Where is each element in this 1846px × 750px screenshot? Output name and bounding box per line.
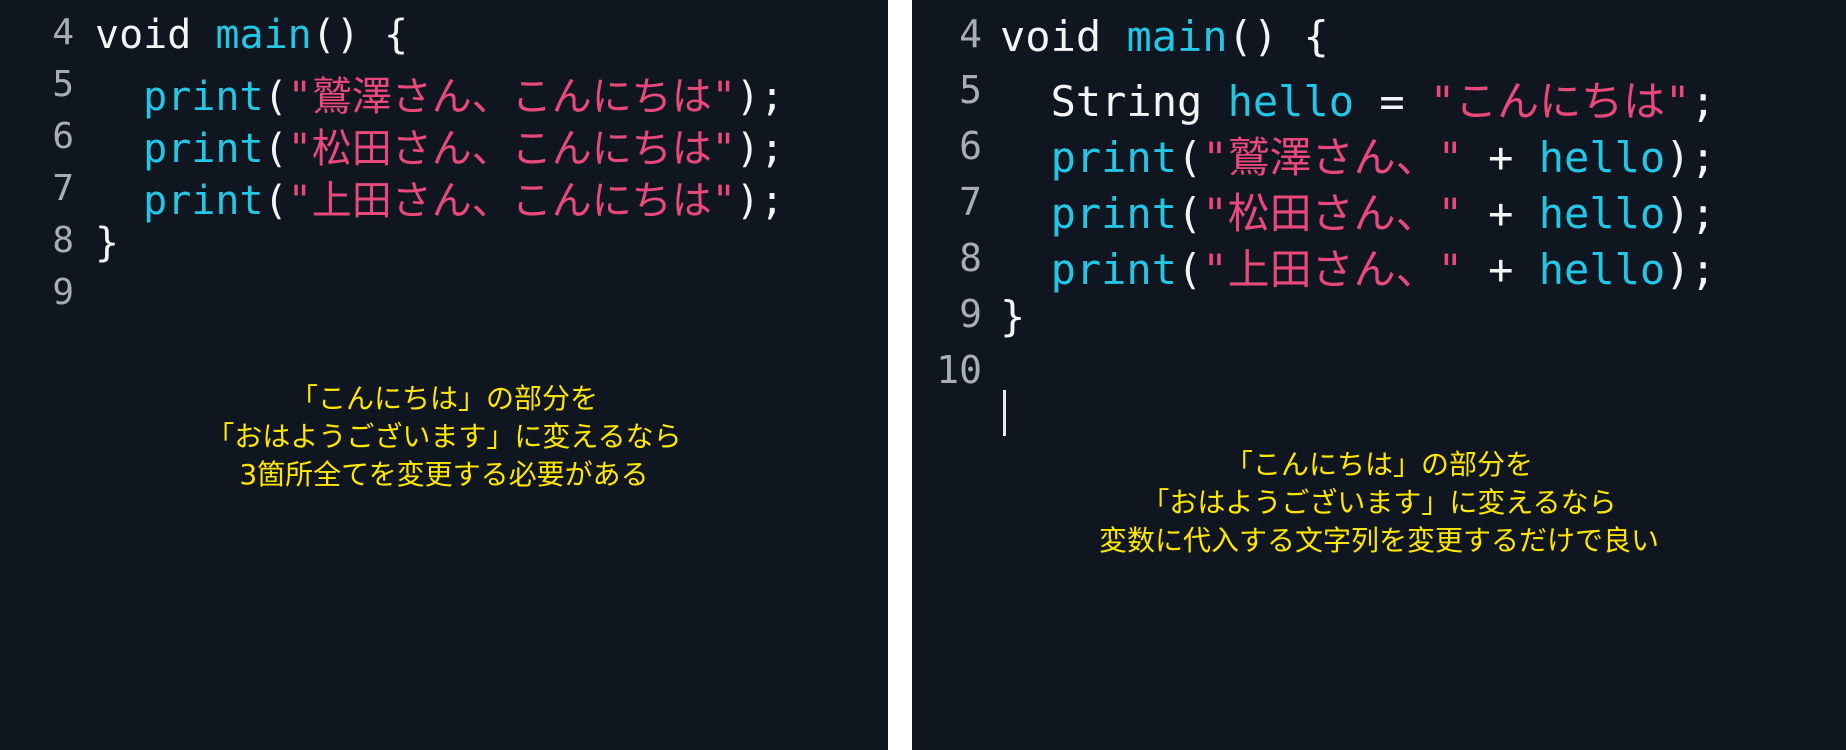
code-token: ( [1177, 189, 1203, 238]
identifier: hello [1538, 189, 1666, 238]
string-literal: "松田さん、こんにちは" [287, 126, 736, 172]
left-note-line-1: 「こんにちは」の部分を [289, 382, 598, 415]
identifier: print [143, 74, 264, 120]
code-token: ); [1665, 133, 1716, 182]
identifier: main [1126, 12, 1228, 61]
text-cursor [1003, 390, 1006, 436]
line-number: 9 [959, 292, 982, 336]
identifier: hello [1538, 133, 1666, 182]
code-token: } [95, 220, 120, 266]
code-token: + [1462, 133, 1539, 182]
code-text: print("上田さん、こんにちは"); [95, 168, 784, 226]
code-text: } [95, 220, 119, 266]
right-code-editor[interactable]: 4 void main() { 5 String hello = "こんにちは"; 6… [912, 0, 1846, 750]
code-token: ( [1177, 133, 1203, 182]
code-token: ; [1690, 77, 1716, 126]
right-note: 「こんにちは」の部分を 「おはようございます」に変えるなら 変数に代入する文字列… [912, 446, 1846, 560]
code-text: print("松田さん、こんにちは"); [95, 116, 784, 174]
line-number: 7 [52, 168, 74, 209]
line-number: 5 [52, 64, 74, 105]
code-token: ); [1665, 245, 1716, 294]
line-number: 6 [52, 116, 74, 157]
string-literal: "上田さん、" [1202, 245, 1463, 294]
code-token: () { [311, 12, 409, 58]
line-number: 4 [52, 12, 74, 53]
string-literal: "鷲澤さん、" [1202, 133, 1463, 182]
code-text: print("上田さん、" + hello); [1000, 236, 1716, 297]
code-token: + [1462, 189, 1539, 238]
left-note: 「こんにちは」の部分を 「おはようございます」に変えるなら 3箇所全てを変更する… [0, 380, 888, 494]
line-number: 10 [936, 348, 982, 392]
code-token: ); [1665, 189, 1716, 238]
identifier: print [1050, 189, 1178, 238]
line-number: 7 [959, 180, 982, 224]
identifier: hello [1538, 245, 1666, 294]
code-text: print("鷲澤さん、" + hello); [1000, 124, 1716, 185]
right-note-line-1: 「こんにちは」の部分を [1224, 448, 1533, 481]
line-number: 5 [959, 68, 982, 112]
code-text: void main() { [95, 12, 408, 58]
code-token: ); [735, 126, 785, 172]
code-text: print("鷲澤さん、こんにちは"); [95, 64, 784, 122]
string-literal: "鷲澤さん、こんにちは" [287, 74, 736, 120]
code-token: ( [1177, 245, 1203, 294]
code-token: void [1000, 12, 1127, 61]
identifier: print [143, 178, 264, 224]
identifier: hello [1227, 77, 1355, 126]
code-token: ); [735, 74, 785, 120]
right-note-line-3: 変数に代入する文字列を変更するだけで良い [1098, 524, 1659, 557]
code-token: ( [263, 126, 288, 172]
code-token: String [1050, 77, 1228, 126]
string-literal: "こんにちは" [1429, 77, 1691, 126]
right-note-line-2: 「おはようございます」に変えるなら [1141, 486, 1617, 519]
code-token: ); [735, 178, 785, 224]
code-token: = [1354, 77, 1430, 126]
code-token: + [1462, 245, 1539, 294]
code-text: void main() { [1000, 12, 1329, 61]
code-token: ( [263, 74, 288, 120]
code-text: String hello = "こんにちは"; [1000, 68, 1716, 129]
line-number: 8 [52, 220, 74, 261]
identifier: main [215, 12, 312, 58]
identifier: print [1050, 133, 1178, 182]
code-token: ( [263, 178, 288, 224]
line-number: 8 [959, 236, 982, 280]
code-text: print("松田さん、" + hello); [1000, 180, 1716, 241]
code-token: () { [1227, 12, 1329, 61]
identifier: print [143, 126, 264, 172]
left-code-editor[interactable]: 4 void main() {5 print("鷲澤さん、こんにちは"); 6 pr… [0, 0, 888, 750]
left-note-line-2: 「おはようございます」に変えるなら [206, 420, 682, 453]
code-token: void [95, 12, 216, 58]
string-literal: "松田さん、" [1202, 189, 1463, 238]
identifier: print [1050, 245, 1178, 294]
line-number: 9 [52, 272, 74, 313]
left-note-line-3: 3箇所全てを変更する必要がある [239, 458, 649, 491]
code-token: } [1000, 292, 1026, 341]
line-number: 4 [959, 12, 982, 56]
line-number: 6 [959, 124, 982, 168]
code-text: } [1000, 292, 1025, 341]
string-literal: "上田さん、こんにちは" [287, 178, 736, 224]
